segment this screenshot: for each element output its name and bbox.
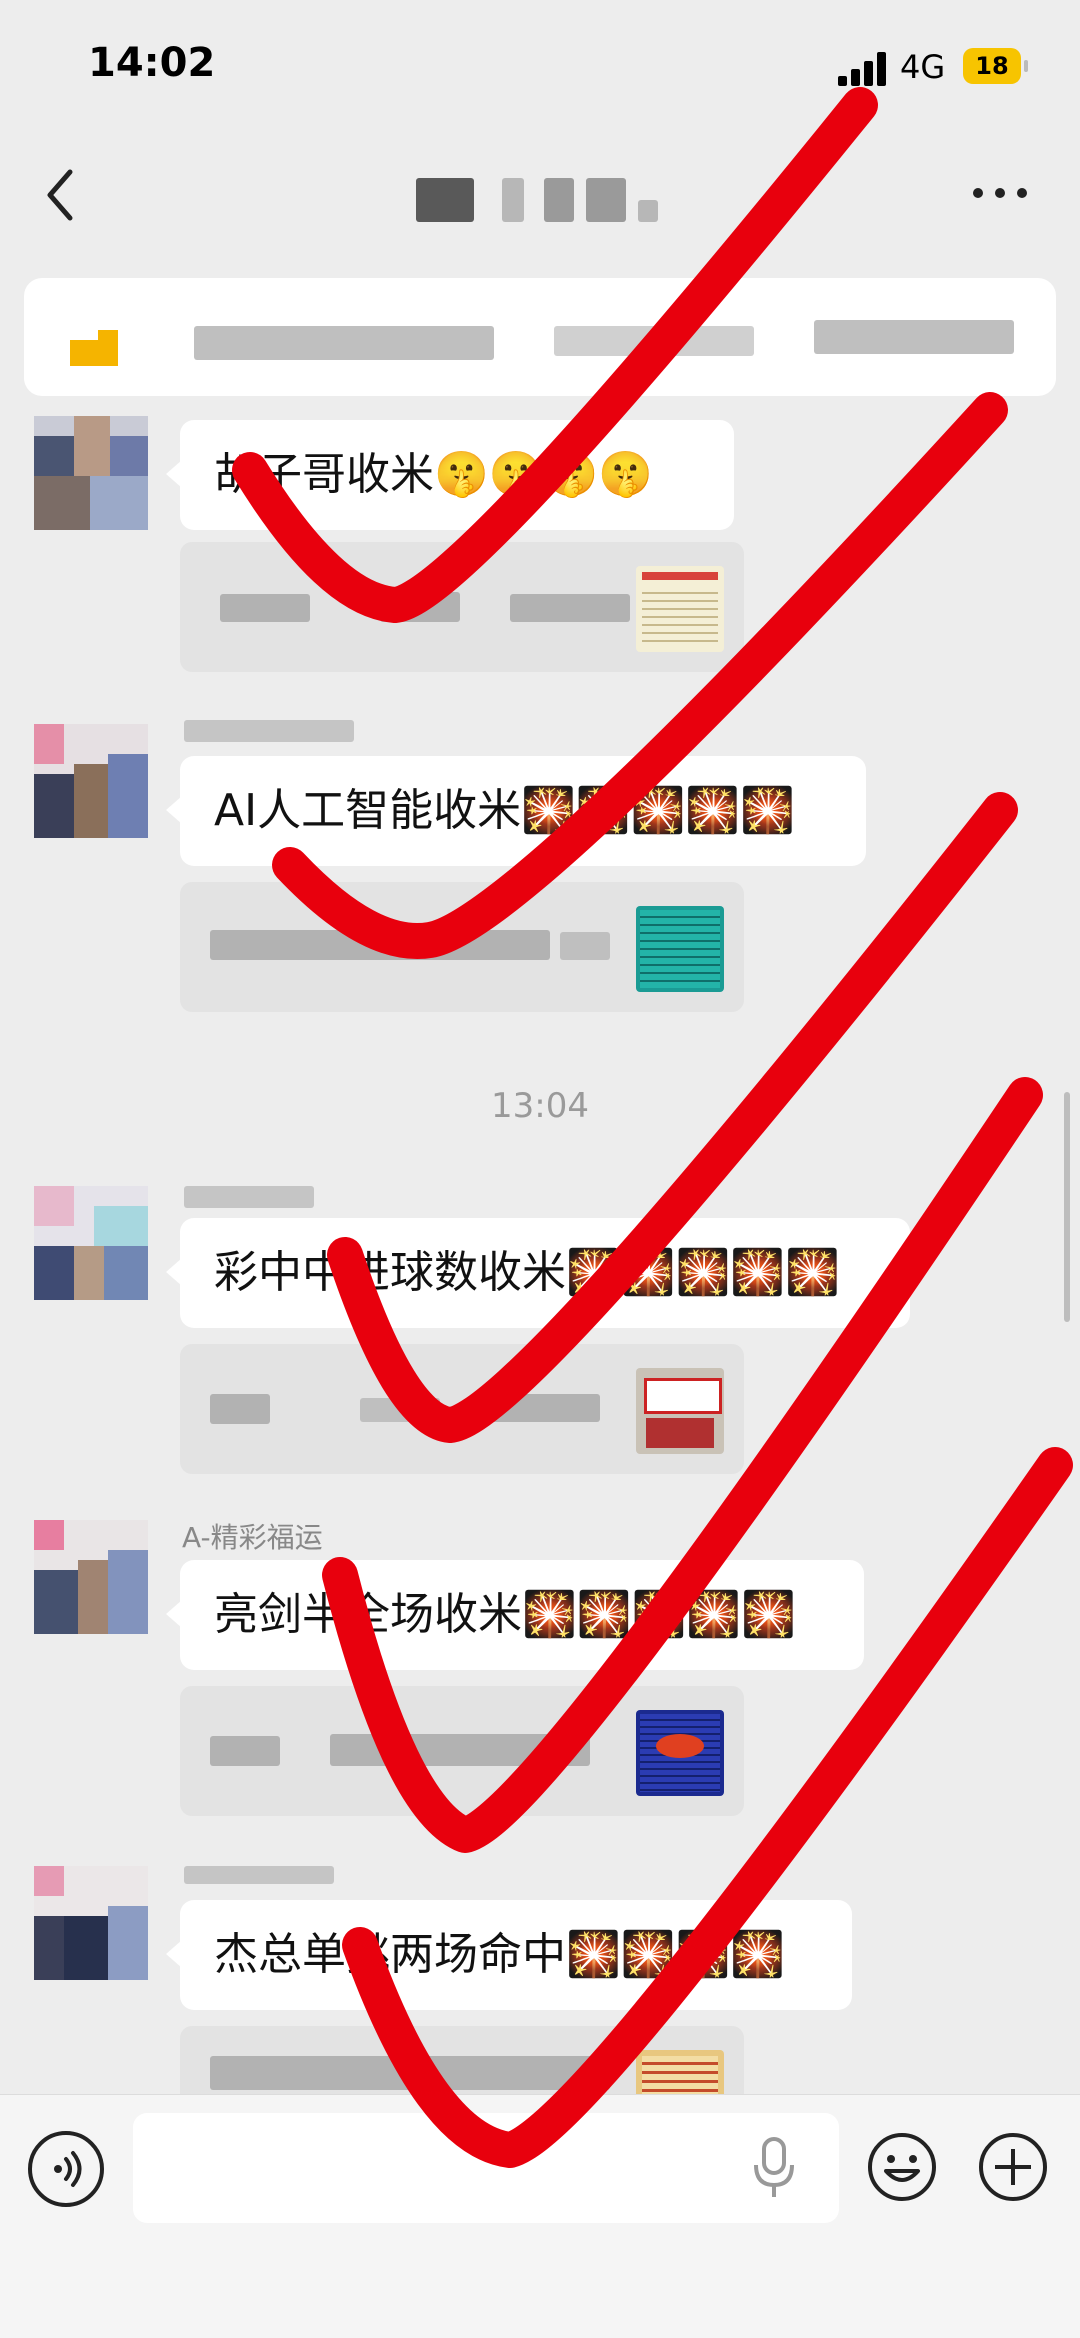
plus-icon[interactable] [977, 2131, 1049, 2203]
input-bar [0, 2094, 1080, 2338]
avatar[interactable] [34, 416, 148, 530]
thumbnail-image[interactable] [636, 1710, 724, 1796]
battery-icon: 18 [963, 48, 1021, 84]
thumbnail-image[interactable] [636, 906, 724, 992]
quoted-message[interactable] [180, 1686, 744, 1816]
microphone-icon[interactable] [750, 2135, 798, 2201]
sender-name-blurred [184, 1186, 314, 1208]
thumbnail-image[interactable] [636, 566, 724, 652]
quoted-message[interactable] [180, 542, 744, 672]
avatar[interactable] [34, 1186, 148, 1300]
nav-bar [0, 130, 1080, 260]
avatar[interactable] [34, 1520, 148, 1634]
message-bubble[interactable]: 彩中中进球数收米🎇🎇🎇🎇🎇 [166, 1218, 910, 1328]
thumbnail-image[interactable] [636, 1368, 724, 1454]
quoted-message[interactable] [180, 1344, 744, 1474]
status-time: 14:02 [88, 40, 216, 86]
avatar[interactable] [34, 724, 148, 838]
battery-tip [1024, 60, 1028, 72]
chat-title-blurred [410, 170, 680, 222]
back-icon[interactable] [40, 168, 84, 222]
pinned-notice[interactable] [24, 278, 1056, 396]
emoji-icon[interactable] [866, 2131, 938, 2203]
sender-name-blurred [184, 720, 354, 742]
message-bubble[interactable]: 亮剑半全场收米🎇🎇🎇🎇🎇 [166, 1560, 864, 1670]
chat-area[interactable]: 胡子哥收米🤫🤫🤫🤫 AI人工智能收米🎇🎇🎇🎇🎇 13:04 彩中中进球数收米🎇🎇… [0, 396, 1080, 2156]
message-bubble[interactable]: AI人工智能收米🎇🎇🎇🎇🎇 [166, 756, 866, 866]
sender-name: A-精彩福运 [182, 1521, 323, 1554]
quoted-message[interactable] [180, 882, 744, 1012]
message-bubble[interactable]: 胡子哥收米🤫🤫🤫🤫 [166, 420, 734, 530]
sender-name-blurred [184, 1866, 334, 1884]
avatar[interactable] [34, 1866, 148, 1980]
message-input[interactable] [133, 2113, 839, 2223]
timestamp: 13:04 [491, 1086, 589, 1126]
scrollbar[interactable] [1064, 1092, 1070, 1322]
status-bar: 14:02 4G 18 [0, 0, 1080, 130]
more-icon[interactable] [973, 188, 1029, 204]
voice-icon[interactable] [28, 2131, 104, 2207]
signal-icon [838, 52, 888, 86]
network-type: 4G [900, 48, 946, 86]
notice-icon [70, 330, 118, 366]
message-bubble[interactable]: 杰总单挑两场命中🎇🎇🎇🎇 [166, 1900, 852, 2010]
